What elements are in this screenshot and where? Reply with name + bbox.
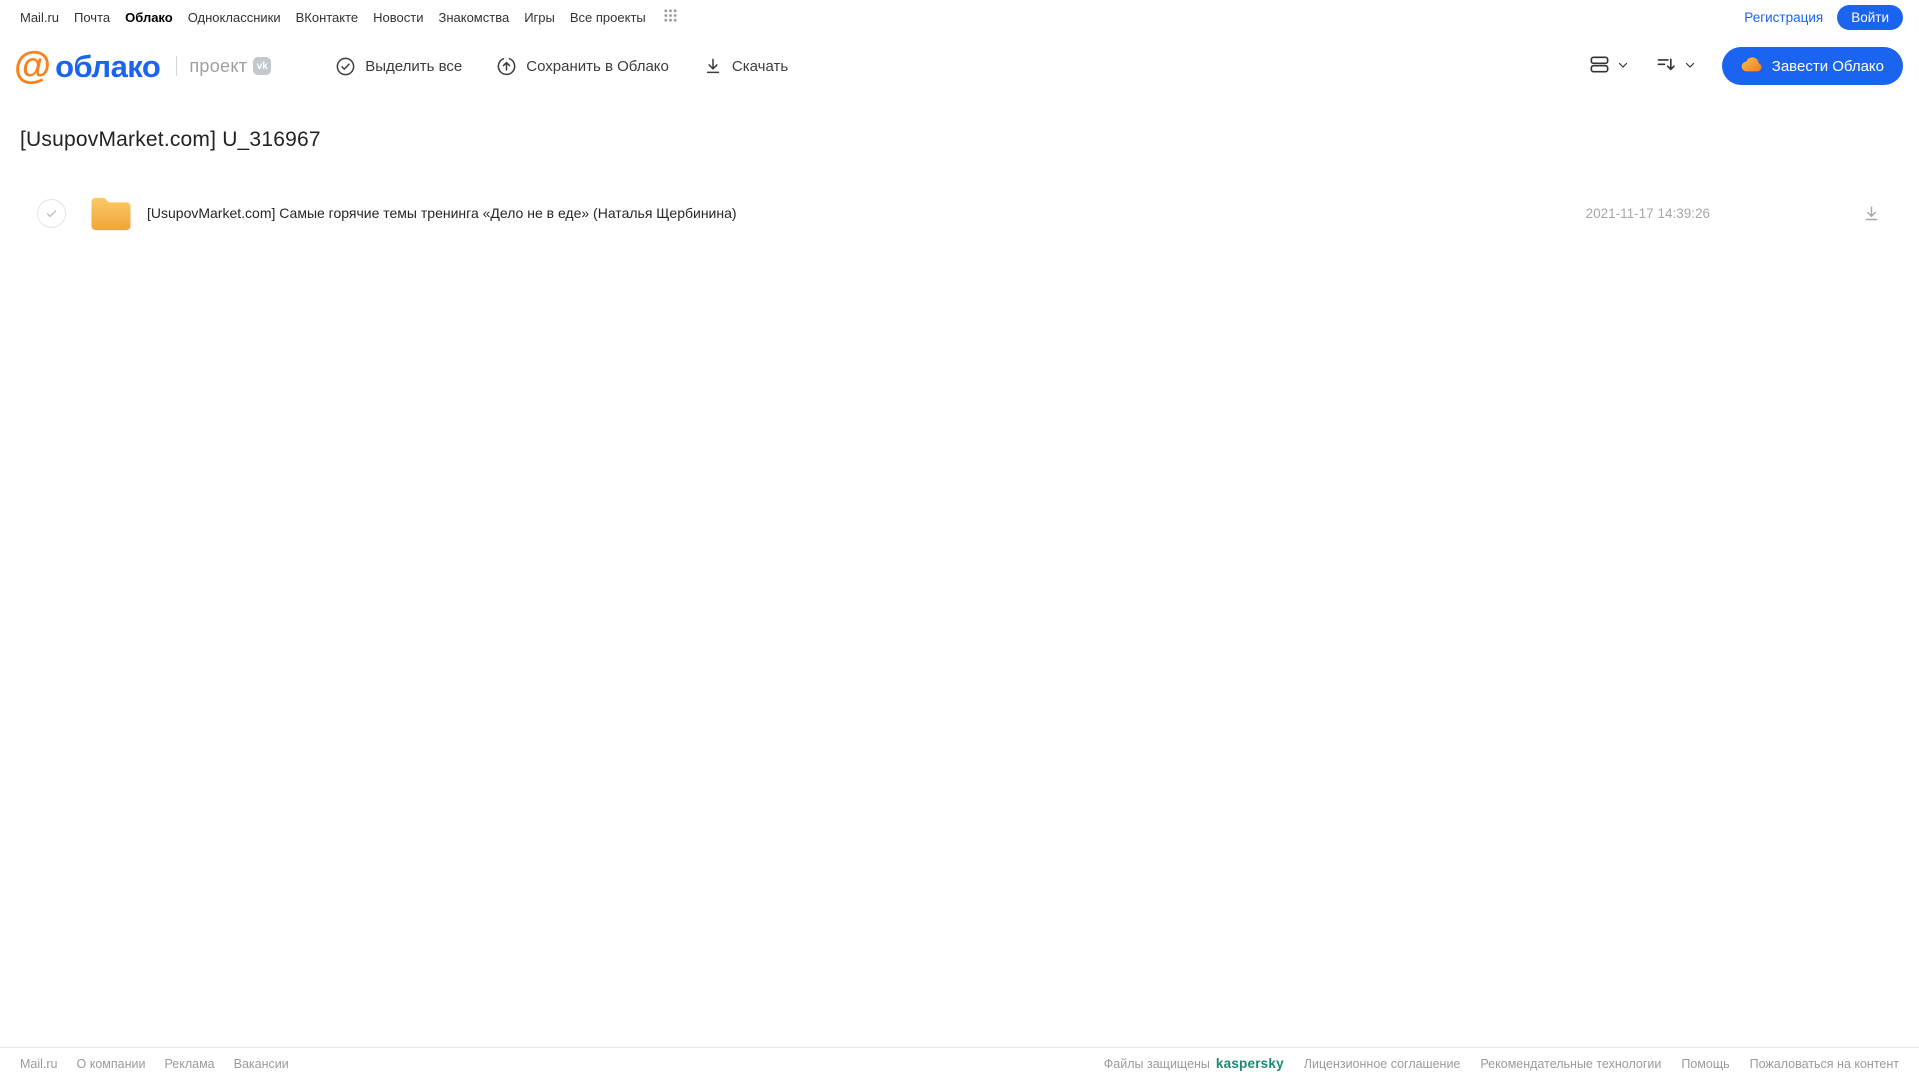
protected-by-label: Файлы защищены [1103,1056,1210,1071]
footer-right-links: Файлы защищены kaspersky Лицензионное со… [1104,1056,1899,1071]
footer-link-ads[interactable]: Реклама [164,1057,214,1071]
kaspersky-protection: Файлы защищены kaspersky [1104,1056,1284,1071]
portal-topbar: Mail.ru Почта Облако Одноклассники ВКонт… [0,0,1919,34]
nav-link-znakomstva[interactable]: Знакомства [438,10,509,25]
check-circle-icon [335,56,356,77]
portal-nav: Mail.ru Почта Облако Одноклассники ВКонт… [20,8,678,26]
footer: Mail.ru О компании Реклама Вакансии Файл… [0,1047,1919,1079]
view-mode-dropdown[interactable] [1584,49,1633,83]
cloud-logo[interactable]: @ облако [14,45,161,87]
list-view-icon [1588,53,1611,79]
login-button[interactable]: Войти [1837,4,1903,30]
mailru-at-icon: @ [14,45,51,87]
nav-link-novosti[interactable]: Новости [373,10,423,25]
footer-link-mailru[interactable]: Mail.ru [20,1057,58,1071]
page-title: [UsupovMarket.com] U_316967 [20,128,321,151]
chevron-down-icon [1617,59,1629,74]
nav-link-vkontakte[interactable]: ВКонтакте [296,10,359,25]
vk-badge-icon: vk [253,57,272,75]
nav-link-pochta[interactable]: Почта [74,10,110,25]
chevron-down-icon [1684,59,1696,74]
file-row[interactable]: [UsupovMarket.com] Самые горячие темы тр… [0,189,1919,237]
sort-dropdown[interactable] [1651,49,1700,83]
nav-link-mailru[interactable]: Mail.ru [20,10,59,25]
logo-divider [176,56,178,76]
registration-link[interactable]: Регистрация [1744,10,1823,25]
create-cloud-label: Завести Облако [1771,57,1884,75]
select-all-label: Выделить все [365,57,463,75]
folder-icon [89,194,133,233]
file-date: 2021-11-17 14:39:26 [1585,205,1710,221]
select-all-button[interactable]: Выделить все [335,56,462,77]
download-button[interactable]: Скачать [703,56,788,76]
save-to-cloud-label: Сохранить в Облако [526,57,669,75]
row-checkbox[interactable] [37,198,66,228]
cloud-icon [1741,56,1763,77]
footer-left-links: Mail.ru О компании Реклама Вакансии [20,1057,289,1071]
footer-link-report-content[interactable]: Пожаловаться на контент [1750,1057,1899,1071]
main-content: [UsupovMarket.com] U_316967 [UsupovMarke… [0,98,1919,1047]
download-label: Скачать [731,57,789,75]
file-actions-toolbar: Выделить все Сохранить в Облако Скачать [335,56,788,77]
sort-icon [1655,53,1678,79]
save-to-cloud-button[interactable]: Сохранить в Облако [496,56,669,77]
cloud-header: @ облако проект vk Выделить все Сохранит… [0,34,1919,98]
nav-link-oblako[interactable]: Облако [125,10,173,25]
header-right-controls: Завести Облако [1584,47,1903,85]
all-projects-grid-icon[interactable] [663,8,678,26]
auth-area: Регистрация Войти [1744,4,1903,30]
create-cloud-button[interactable]: Завести Облако [1721,47,1903,85]
footer-link-license[interactable]: Лицензионное соглашение [1304,1057,1461,1071]
footer-link-jobs[interactable]: Вакансии [234,1057,289,1071]
footer-link-recommendation-tech[interactable]: Рекомендательные технологии [1480,1057,1661,1071]
download-icon [703,56,723,76]
project-label: проект [189,55,248,76]
nav-link-odnoklassniki[interactable]: Одноклассники [188,10,281,25]
kaspersky-logo[interactable]: kaspersky [1216,1056,1284,1071]
footer-link-about[interactable]: О компании [77,1057,146,1071]
cloud-upload-icon [496,56,517,77]
row-download-button[interactable] [1860,202,1883,225]
file-name-link[interactable]: [UsupovMarket.com] Самые горячие темы тр… [147,205,737,221]
cloud-logo-text: облако [55,48,161,84]
nav-link-vse-proekty[interactable]: Все проекты [570,10,646,25]
nav-link-igry[interactable]: Игры [524,10,555,25]
footer-link-help[interactable]: Помощь [1681,1057,1729,1071]
